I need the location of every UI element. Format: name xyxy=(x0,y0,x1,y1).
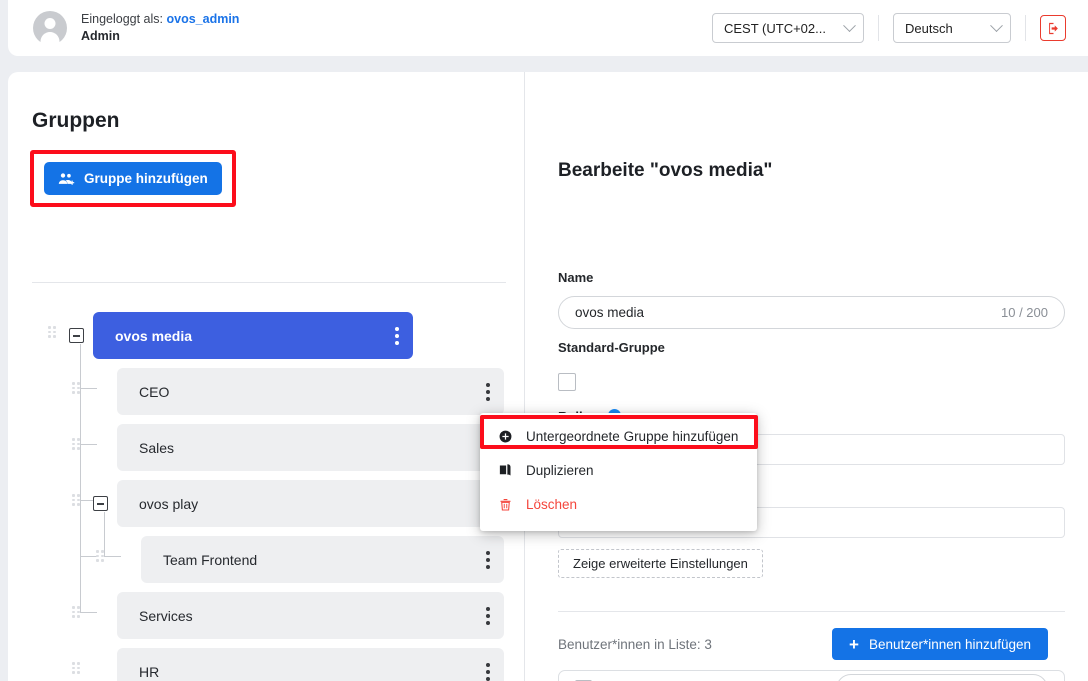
section-divider xyxy=(558,611,1065,612)
divider xyxy=(1025,15,1026,41)
account-info: Eingeloggt als: ovos_admin Admin xyxy=(8,11,239,45)
tree-toggle-collapse-icon[interactable] xyxy=(69,328,84,343)
search-input[interactable]: Suchen xyxy=(836,673,1048,681)
tree-node-label: Services xyxy=(139,607,193,624)
language-value: Deutsch xyxy=(905,20,953,36)
add-users-button[interactable]: + Benutzer*innen hinzufügen xyxy=(832,628,1049,660)
tree-node-label: CEO xyxy=(139,383,170,400)
drag-handle-icon[interactable] xyxy=(72,662,80,674)
add-group-highlight-box: Gruppe hinzufügen xyxy=(30,150,236,207)
standard-group-label: Standard-Gruppe xyxy=(558,340,665,355)
tree-node-label: ovos media xyxy=(115,327,193,344)
timezone-select[interactable]: CEST (UTC+02... xyxy=(712,13,864,43)
context-menu-item-delete[interactable]: Löschen xyxy=(480,487,757,521)
logged-in-line: Eingeloggt als: ovos_admin xyxy=(81,11,239,28)
edit-group-title: Bearbeite "ovos media" xyxy=(558,160,773,181)
group-context-menu: Untergeordnete Gruppe hinzufügen Duplizi… xyxy=(480,413,757,531)
tree-node-sales[interactable]: Sales xyxy=(117,424,504,471)
panel-divider xyxy=(32,282,506,283)
tree-toggle-collapse-icon[interactable] xyxy=(93,496,108,511)
timezone-value: CEST (UTC+02... xyxy=(724,20,826,36)
user-avatar-icon xyxy=(33,11,67,45)
add-group-label: Gruppe hinzufügen xyxy=(84,171,208,186)
context-menu-item-duplicate[interactable]: Duplizieren xyxy=(480,453,757,487)
users-list: Suchen Adrian xyxy=(558,670,1065,681)
group-edit-panel: Bearbeite "ovos media" Name ovos media 1… xyxy=(525,72,1088,681)
top-bar: Eingeloggt als: ovos_admin Admin CEST (U… xyxy=(8,0,1088,56)
context-menu-label: Duplizieren xyxy=(526,462,594,478)
more-options-icon[interactable] xyxy=(486,606,490,625)
drag-handle-icon[interactable] xyxy=(72,606,80,618)
plus-icon: + xyxy=(849,634,859,654)
tree-node-services[interactable]: Services xyxy=(117,592,504,639)
login-text-block: Eingeloggt als: ovos_admin Admin xyxy=(81,11,239,45)
tree-node-ovos-play[interactable]: ovos play xyxy=(117,480,504,527)
standard-group-checkbox[interactable] xyxy=(558,373,576,391)
add-users-label: Benutzer*innen hinzufügen xyxy=(868,636,1032,652)
tree-row: CEO xyxy=(8,366,524,422)
groups-tree-panel: Gruppe hinzufügen ovos media CEO Sales o… xyxy=(8,72,524,681)
duplicate-icon xyxy=(499,463,511,475)
logged-in-role: Admin xyxy=(81,29,120,43)
users-count-label: Benutzer*innen in Liste: 3 xyxy=(558,637,712,652)
logged-in-prefix: Eingeloggt als: xyxy=(81,12,164,27)
name-input-value: ovos media xyxy=(575,305,645,320)
tree-node-label: Team Frontend xyxy=(163,551,258,568)
context-menu-label: Löschen xyxy=(526,496,578,512)
more-options-icon[interactable] xyxy=(395,326,399,345)
drag-handle-icon[interactable] xyxy=(96,550,104,562)
name-char-counter: 10 / 200 xyxy=(1001,305,1048,320)
top-bar-controls: CEST (UTC+02... Deutsch xyxy=(712,13,1088,43)
add-circle-icon xyxy=(499,430,512,442)
context-menu-item-add-subgroup[interactable]: Untergeordnete Gruppe hinzufügen xyxy=(480,419,757,453)
logout-icon xyxy=(1048,22,1058,34)
language-select[interactable]: Deutsch xyxy=(893,13,1011,43)
drag-handle-icon[interactable] xyxy=(72,494,80,506)
tree-row: ovos media xyxy=(8,310,524,366)
tree-node-label: Sales xyxy=(139,439,175,456)
more-options-icon[interactable] xyxy=(486,550,490,569)
tree-row: ovos play xyxy=(8,478,524,534)
drag-handle-icon[interactable] xyxy=(72,382,80,394)
context-menu-label: Untergeordnete Gruppe hinzufügen xyxy=(526,428,739,444)
advanced-settings-button[interactable]: Zeige erweiterte Einstellungen xyxy=(558,549,763,578)
tree-node-ceo[interactable]: CEO xyxy=(117,368,504,415)
tree-node-ovos-media[interactable]: ovos media xyxy=(93,312,413,359)
group-add-icon xyxy=(58,172,75,185)
drag-handle-icon[interactable] xyxy=(72,438,80,450)
name-field-label: Name xyxy=(558,270,594,285)
tree-node-hr[interactable]: HR xyxy=(117,648,504,681)
advanced-settings-label: Zeige erweiterte Einstellungen xyxy=(573,556,748,571)
divider xyxy=(878,15,879,41)
tree-node-label: HR xyxy=(139,663,160,680)
tree-row: Services xyxy=(8,590,524,646)
chevron-down-icon xyxy=(843,18,856,32)
tree-row: Sales xyxy=(8,422,524,478)
users-list-header: Suchen xyxy=(559,671,1064,681)
logged-in-username[interactable]: ovos_admin xyxy=(167,12,240,26)
trash-icon xyxy=(500,498,511,511)
page-card: Gruppen Gruppe hinzufügen ovos media CEO… xyxy=(8,72,1088,681)
tree-node-label: ovos play xyxy=(139,495,199,512)
chevron-down-icon xyxy=(990,18,1003,32)
tree-row: HR xyxy=(8,646,524,681)
drag-handle-icon[interactable] xyxy=(48,326,56,338)
tree-row: Team Frontend xyxy=(8,534,524,590)
add-group-button[interactable]: Gruppe hinzufügen xyxy=(44,162,222,195)
logout-button[interactable] xyxy=(1040,15,1066,41)
add-group-highlight-wrapper: Gruppe hinzufügen xyxy=(30,150,236,207)
name-input[interactable]: ovos media 10 / 200 xyxy=(558,296,1065,329)
tree-node-team-frontend[interactable]: Team Frontend xyxy=(141,536,504,583)
more-options-icon[interactable] xyxy=(486,662,490,681)
group-tree: ovos media CEO Sales ovos play Team Fron… xyxy=(8,310,524,681)
more-options-icon[interactable] xyxy=(486,382,490,401)
